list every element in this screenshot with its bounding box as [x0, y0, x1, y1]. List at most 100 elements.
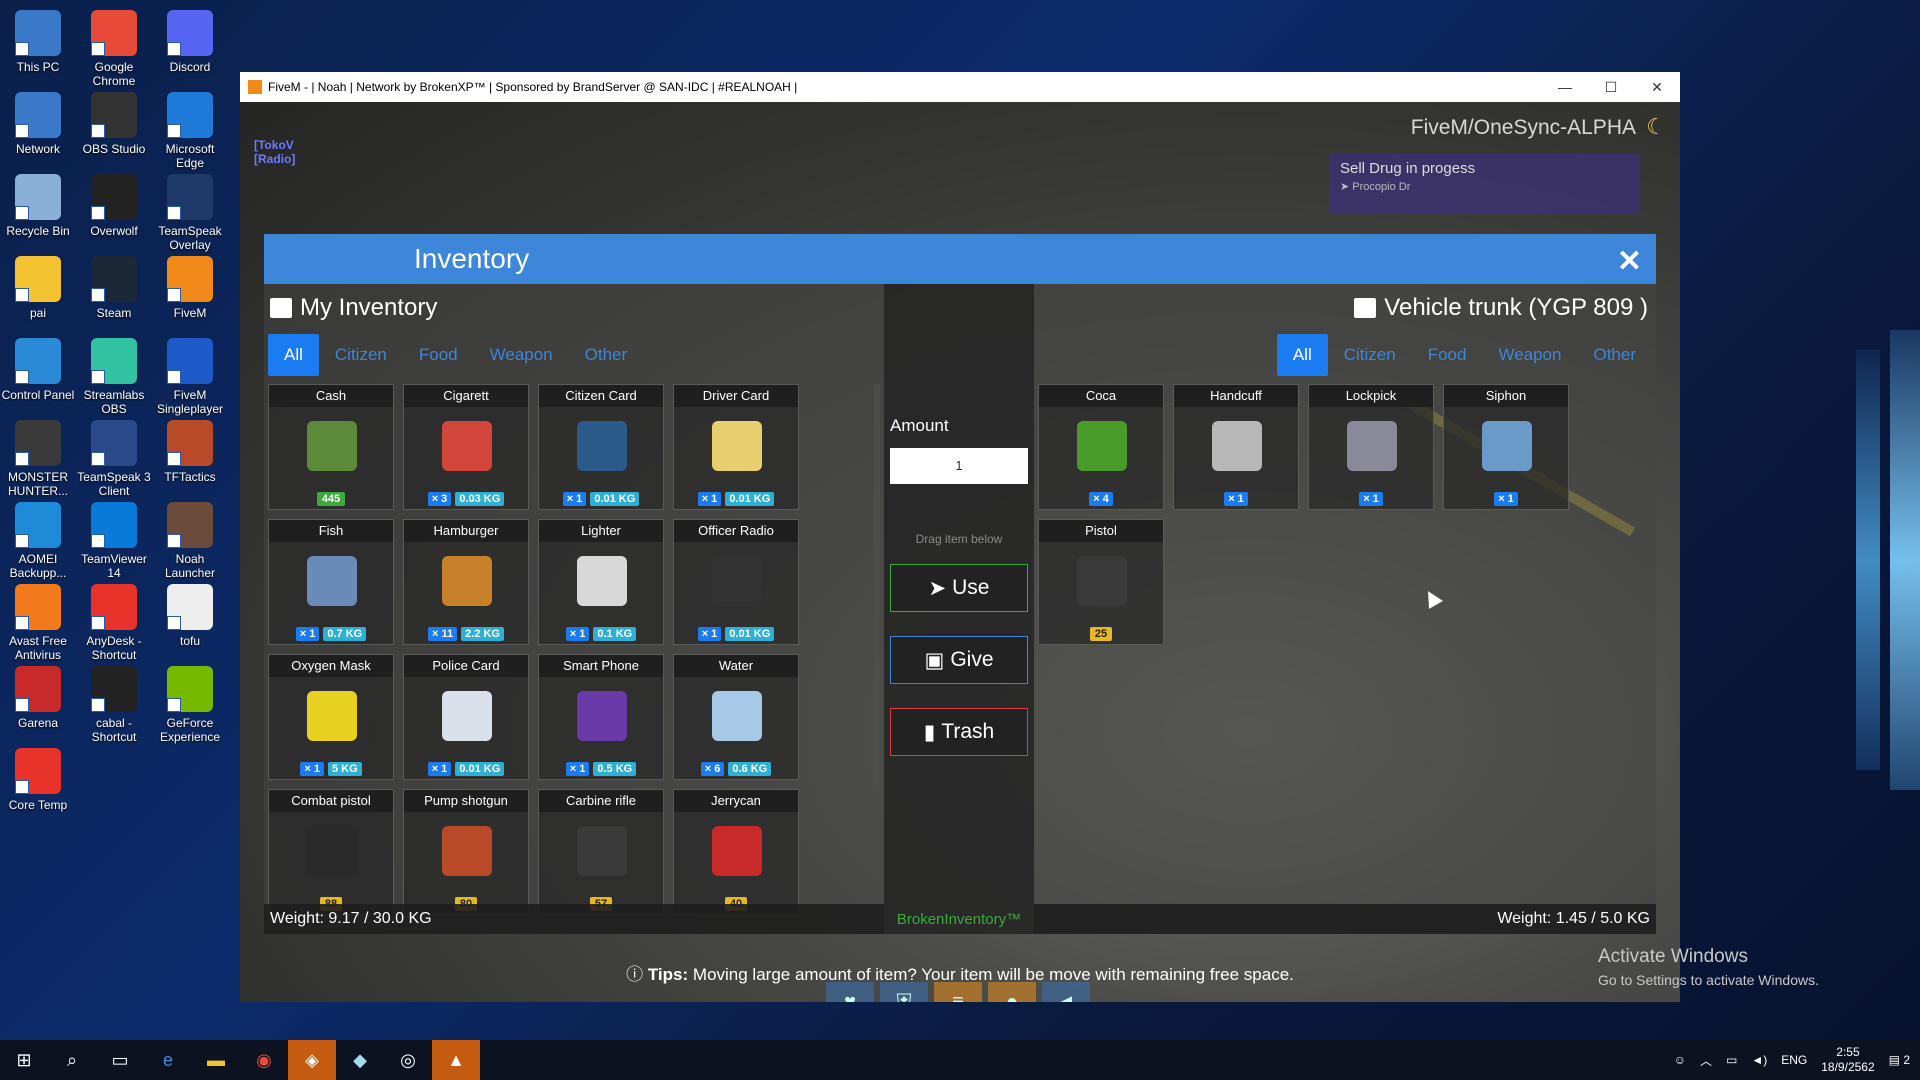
inventory-slot[interactable]: Smart Phone × 1 0.5 KG — [538, 654, 664, 780]
tab-food[interactable]: Food — [403, 334, 474, 376]
amount-input[interactable] — [890, 448, 1028, 484]
app-icon — [91, 420, 137, 466]
inventory-slot[interactable]: Cash 445 — [268, 384, 394, 510]
chevron-up-icon[interactable]: ︿ — [1700, 1052, 1712, 1069]
system-tray: ☺ ︿ ▭ ◄) ENG 2:55 18/9/2562 ▤ 2 — [1674, 1040, 1920, 1080]
inventory-slot[interactable]: Lockpick × 1 — [1308, 384, 1434, 510]
weight-badge: 0.01 KG — [455, 762, 505, 776]
inventory-slot[interactable]: Combat pistol88 — [268, 789, 394, 915]
trash-button[interactable]: ▮ Trash — [890, 708, 1028, 756]
fivem-taskbar-icon[interactable]: ▲ — [432, 1040, 480, 1080]
inventory-slot[interactable]: Handcuff × 1 — [1173, 384, 1299, 510]
file-explorer-icon[interactable]: ▬ — [192, 1040, 240, 1080]
desktop-icon[interactable]: Control Panel — [0, 330, 76, 402]
quantity-badge: × 1 — [565, 627, 590, 641]
use-button[interactable]: ➤ Use — [890, 564, 1028, 612]
desktop-icon[interactable]: cabal - Shortcut — [76, 658, 152, 744]
desktop-icon[interactable]: TFTactics — [152, 412, 228, 484]
vehicle-trunk-weight: Weight: 1.45 / 5.0 KG — [1034, 904, 1656, 934]
clock[interactable]: 2:55 18/9/2562 — [1821, 1045, 1874, 1075]
desktop-icon[interactable]: AOMEI Backupp... — [0, 494, 76, 580]
app-icon — [91, 338, 137, 384]
inventory-slot[interactable]: Cigarett × 3 0.03 KG — [403, 384, 529, 510]
tab-other[interactable]: Other — [1577, 334, 1652, 376]
desktop-icon[interactable]: Core Temp — [0, 740, 76, 812]
tab-all[interactable]: All — [1276, 334, 1328, 376]
inventory-slot[interactable]: Hamburger × 11 2.2 KG — [403, 519, 529, 645]
search-icon[interactable]: ⌕ — [48, 1040, 96, 1080]
desktop-icon[interactable]: Streamlabs OBS — [76, 330, 152, 416]
item-name: Coca — [1039, 385, 1163, 407]
desktop-icon[interactable]: Recycle Bin — [0, 166, 76, 238]
desktop-icon[interactable]: This PC — [0, 2, 76, 74]
close-inventory-button[interactable]: ✕ — [1617, 244, 1642, 279]
desktop-icon[interactable]: TeamViewer 14 — [76, 494, 152, 580]
task-view-icon[interactable]: ▭ — [96, 1040, 144, 1080]
inventory-slot[interactable]: Oxygen Mask × 15 KG — [268, 654, 394, 780]
inventory-slot[interactable]: Officer Radio × 1 0.01 KG — [673, 519, 799, 645]
desktop-icon[interactable]: TeamSpeak Overlay — [152, 166, 228, 252]
item-image — [442, 691, 492, 741]
inventory-slot[interactable]: Citizen Card × 1 0.01 KG — [538, 384, 664, 510]
desktop-icon[interactable]: AnyDesk - Shortcut — [76, 576, 152, 662]
item-image — [712, 691, 762, 741]
app-taskbar-icon[interactable]: ◆ — [336, 1040, 384, 1080]
notification-icon[interactable]: ▤ 2 — [1889, 1053, 1910, 1067]
inventory-slot[interactable]: Lighter × 1 0.1 KG — [538, 519, 664, 645]
inventory-slot[interactable]: Coca × 4 — [1038, 384, 1164, 510]
give-button[interactable]: ▣ Give — [890, 636, 1028, 684]
inventory-slot[interactable]: Jerrycan40 — [673, 789, 799, 915]
inventory-slot[interactable]: Pump shotgun80 — [403, 789, 529, 915]
edge-taskbar-icon[interactable]: e — [144, 1040, 192, 1080]
inventory-slot[interactable]: Carbine rifle57 — [538, 789, 664, 915]
tab-all[interactable]: All — [268, 334, 319, 376]
app-icon — [15, 256, 61, 302]
close-window-button[interactable]: ✕ — [1634, 72, 1680, 102]
vehicle-trunk-title-text: Vehicle trunk (YGP 809 ) — [1384, 294, 1648, 321]
inventory-slot[interactable]: Police Card × 1 0.01 KG — [403, 654, 529, 780]
desktop-icon[interactable]: tofu — [152, 576, 228, 648]
desktop-icon[interactable]: Overwolf — [76, 166, 152, 238]
quantity-badge: × 1 — [565, 762, 590, 776]
inventory-slot[interactable]: Pistol 25 — [1038, 519, 1164, 645]
desktop-icon[interactable]: Discord — [152, 2, 228, 74]
desktop-icon[interactable]: Noah Launcher — [152, 494, 228, 580]
desktop-icon[interactable]: TeamSpeak 3 Client — [76, 412, 152, 498]
tab-citizen[interactable]: Citizen — [1328, 334, 1412, 376]
desktop-icon[interactable]: OBS Studio — [76, 84, 152, 156]
language-indicator[interactable]: ENG — [1781, 1053, 1807, 1067]
desktop-icon[interactable]: MONSTER HUNTER... — [0, 412, 76, 498]
amount-badge: 445 — [316, 492, 346, 506]
maximize-button[interactable]: ☐ — [1588, 72, 1634, 102]
desktop-icon[interactable]: GeForce Experience — [152, 658, 228, 744]
network-icon[interactable]: ▭ — [1726, 1053, 1737, 1067]
tab-citizen[interactable]: Citizen — [319, 334, 403, 376]
teamspeak-taskbar-icon[interactable]: ◎ — [384, 1040, 432, 1080]
fivem-app-icon — [248, 80, 262, 94]
desktop-icon[interactable]: Microsoft Edge — [152, 84, 228, 170]
desktop-icon[interactable]: Steam — [76, 248, 152, 320]
discord-taskbar-icon[interactable]: ◈ — [288, 1040, 336, 1080]
volume-icon[interactable]: ◄) — [1751, 1053, 1767, 1067]
desktop-icon[interactable]: Avast Free Antivirus — [0, 576, 76, 662]
desktop-icon[interactable]: Google Chrome — [76, 2, 152, 88]
inventory-scrollbar[interactable] — [874, 384, 880, 784]
inventory-slot[interactable]: Driver Card × 1 0.01 KG — [673, 384, 799, 510]
inventory-slot[interactable]: Siphon × 1 — [1443, 384, 1569, 510]
inventory-slot[interactable]: Fish × 1 0.7 KG — [268, 519, 394, 645]
desktop-icon[interactable]: pai — [0, 248, 76, 320]
minimize-button[interactable]: — — [1542, 72, 1588, 102]
tab-weapon[interactable]: Weapon — [1482, 334, 1577, 376]
tab-other[interactable]: Other — [569, 334, 644, 376]
chrome-taskbar-icon[interactable]: ◉ — [240, 1040, 288, 1080]
people-icon[interactable]: ☺ — [1674, 1053, 1686, 1067]
desktop-icon[interactable]: FiveM — [152, 248, 228, 320]
desktop-icon[interactable]: FiveM Singleplayer — [152, 330, 228, 416]
item-badges: × 1 0.7 KG — [269, 627, 393, 641]
tab-weapon[interactable]: Weapon — [474, 334, 569, 376]
desktop-icon[interactable]: Garena — [0, 658, 76, 730]
tab-food[interactable]: Food — [1412, 334, 1483, 376]
start-button[interactable]: ⊞ — [0, 1040, 48, 1080]
inventory-slot[interactable]: Water × 6 0.6 KG — [673, 654, 799, 780]
desktop-icon[interactable]: Network — [0, 84, 76, 156]
